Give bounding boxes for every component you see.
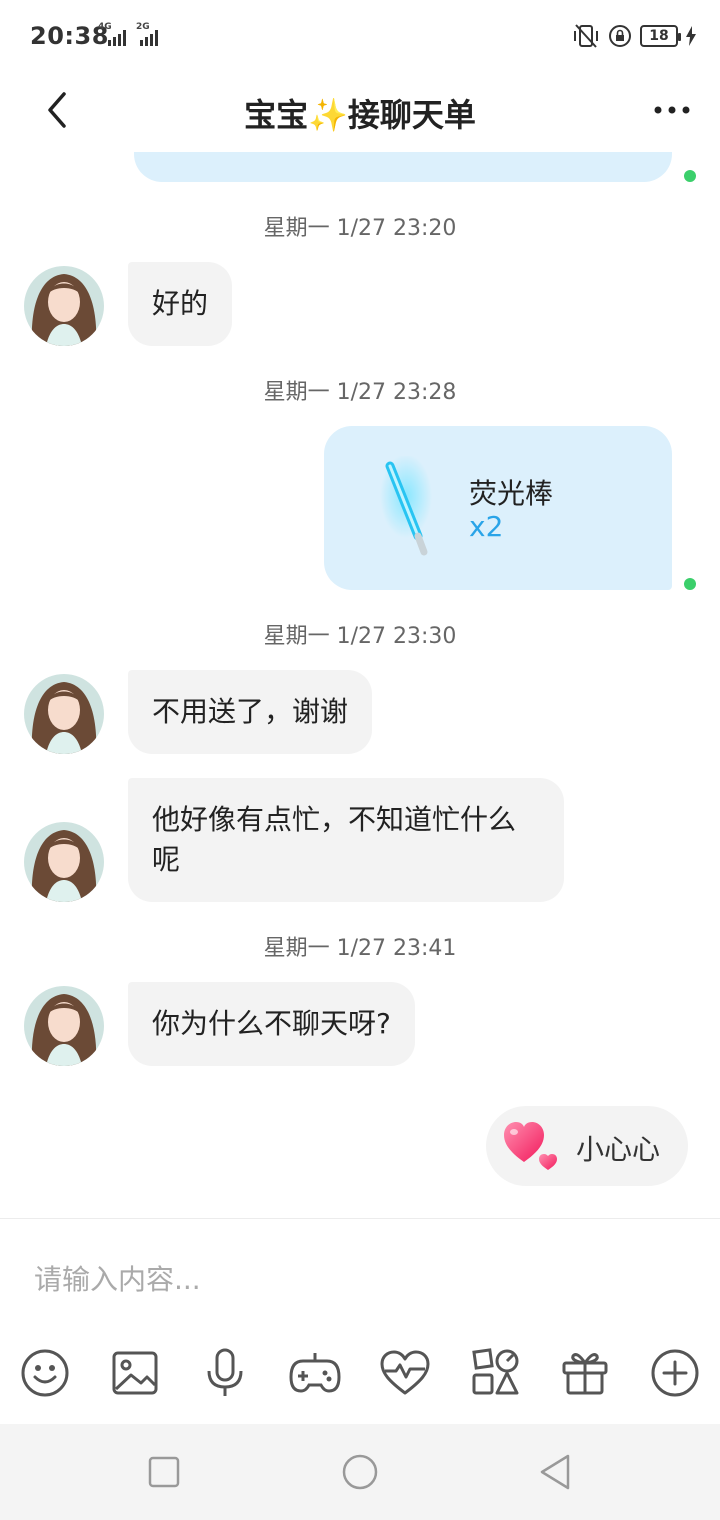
timestamp: 星期一 1/27 23:20 xyxy=(263,216,457,241)
incoming-message-bubble[interactable]: 好的 xyxy=(128,262,233,346)
composer-toolbar xyxy=(0,1347,720,1407)
battery-indicator: 18 xyxy=(640,25,681,47)
more-options-button[interactable] xyxy=(652,98,692,122)
sent-status-dot xyxy=(684,578,696,590)
status-bar: 20:38 4G 2G 18 xyxy=(0,0,720,72)
sent-status-dot xyxy=(684,170,696,182)
title-text: 宝宝 xyxy=(244,96,309,134)
heart-icon xyxy=(504,1122,557,1170)
game-icon[interactable] xyxy=(289,1347,341,1399)
avatar[interactable] xyxy=(24,266,104,346)
system-nav-bar xyxy=(0,1424,720,1520)
home-button[interactable] xyxy=(340,1452,380,1492)
charging-icon xyxy=(686,26,696,46)
avatar[interactable] xyxy=(24,674,104,754)
recent-apps-button[interactable] xyxy=(144,1452,184,1492)
image-icon[interactable] xyxy=(109,1347,161,1399)
previous-message-bubble[interactable] xyxy=(134,152,672,182)
incoming-message-bubble[interactable]: 他好像有点忙，不知道忙什么呢 xyxy=(128,778,564,902)
quick-reply-chip[interactable]: 小心心 xyxy=(486,1106,688,1186)
rotation-lock-icon xyxy=(609,25,631,47)
emoji-icon[interactable] xyxy=(19,1347,71,1399)
chat-title: 宝宝✨接聊天单 xyxy=(0,90,720,136)
gift-name: 荧光棒 xyxy=(469,477,554,510)
signal-2g-icon: 2G xyxy=(136,22,166,48)
plus-icon[interactable] xyxy=(649,1347,701,1399)
nav-back-button[interactable] xyxy=(536,1452,576,1492)
title-text-suffix: 接聊天单 xyxy=(347,96,476,134)
heartbeat-icon[interactable] xyxy=(379,1347,431,1399)
chat-header: 宝宝✨接聊天单 xyxy=(0,72,720,152)
quick-reply-label: 小心心 xyxy=(576,1133,661,1166)
sparkle-icon: ✨ xyxy=(308,96,348,134)
message-list[interactable]: 星期一 1/27 23:20 好的 星期一 1/27 23:28 荧光棒 x2 … xyxy=(0,152,720,1218)
composer xyxy=(0,1218,720,1424)
gift-quantity: x2 xyxy=(469,510,504,543)
incoming-message-bubble[interactable]: 你为什么不聊天呀? xyxy=(128,982,415,1066)
timestamp: 星期一 1/27 23:41 xyxy=(263,936,457,961)
avatar[interactable] xyxy=(24,822,104,902)
avatar[interactable] xyxy=(24,986,104,1066)
apps-icon[interactable] xyxy=(469,1347,521,1399)
glow-stick-icon xyxy=(380,456,432,556)
gift-icon[interactable] xyxy=(559,1347,611,1399)
timestamp: 星期一 1/27 23:28 xyxy=(263,380,457,405)
timestamp: 星期一 1/27 23:30 xyxy=(263,624,457,649)
microphone-icon[interactable] xyxy=(199,1347,251,1399)
vibrate-mute-icon xyxy=(574,24,598,48)
incoming-message-bubble[interactable]: 不用送了，谢谢 xyxy=(128,670,373,754)
status-icons: 18 xyxy=(572,22,696,50)
signal-4g-icon: 4G xyxy=(98,22,134,48)
message-input[interactable] xyxy=(34,1259,684,1299)
gift-message-card[interactable]: 荧光棒 x2 xyxy=(324,426,672,590)
